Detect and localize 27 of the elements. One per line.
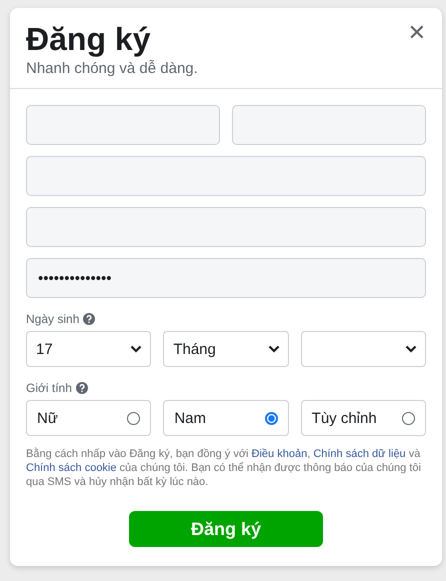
input-field[interactable]: [26, 156, 426, 196]
date-select[interactable]: 17: [26, 331, 152, 367]
policy-link[interactable]: Chính sách cookie: [26, 462, 116, 474]
input-field[interactable]: [26, 207, 426, 247]
gender-option[interactable]: Tùy chỉnh: [300, 400, 426, 436]
chevron-down-icon: [404, 345, 417, 353]
close-button[interactable]: ✕: [404, 20, 430, 48]
help-icon[interactable]: [76, 382, 88, 394]
birthday-label: Ngày sinh: [26, 312, 80, 326]
gender-label: Giới tính: [26, 381, 72, 395]
radio-button[interactable]: [402, 412, 415, 424]
terms-text: Bằng cách nhấp vào Đăng ký, bạn đồng ý với Điều khoản, Chính sách dữ liệu và Chính sách cookie của chúng tôi. Bạn có thể nhận được thông báo của chúng tôi qua SMS và hủy nhận bất kỳ lúc nào.: [26, 447, 422, 489]
chevron-down-icon: [268, 345, 280, 353]
password-field[interactable]: ••••••••••••••: [26, 258, 426, 298]
dialog-subtitle: Nhanh chóng và dễ dàng.: [26, 59, 199, 79]
input-field[interactable]: [232, 105, 426, 145]
gender-option[interactable]: Nam: [163, 400, 289, 436]
policy-link[interactable]: Điều khoản: [252, 448, 308, 460]
input-field[interactable]: [26, 105, 220, 145]
radio-button[interactable]: [127, 412, 140, 424]
date-select[interactable]: Tháng: [163, 331, 289, 367]
chevron-down-icon: [130, 345, 142, 353]
policy-link[interactable]: Chính sách dữ liệu: [313, 448, 406, 460]
gender-option[interactable]: Nữ: [26, 400, 152, 436]
radio-button[interactable]: [264, 412, 278, 424]
help-icon[interactable]: [83, 313, 96, 325]
dialog-title: Đăng ký: [26, 20, 150, 58]
